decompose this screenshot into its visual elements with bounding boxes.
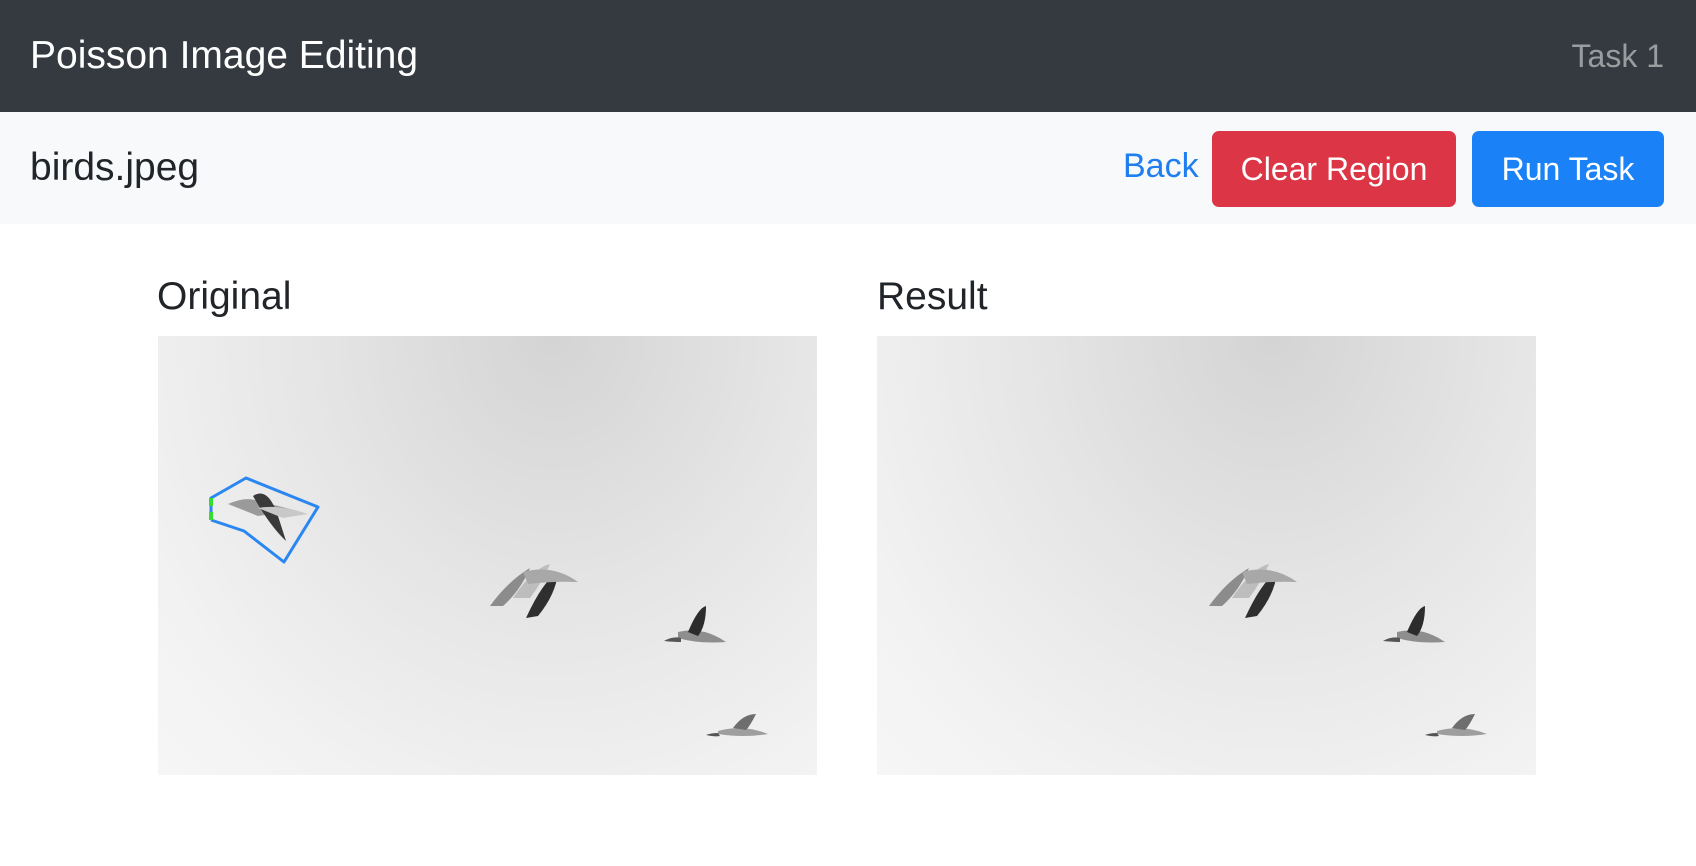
bird-bottom	[1425, 714, 1487, 737]
app-brand[interactable]: Poisson Image Editing	[30, 30, 418, 82]
original-image-canvas[interactable]	[158, 336, 817, 775]
bird-middle	[1383, 606, 1445, 643]
original-image	[209, 476, 768, 737]
selection-polygon[interactable]	[209, 476, 320, 564]
result-image	[1209, 564, 1487, 737]
run-task-button[interactable]: Run Task	[1472, 131, 1664, 207]
result-panel-title: Result	[877, 275, 988, 318]
file-name-heading: birds.jpeg	[30, 146, 200, 189]
bird-pair	[1209, 564, 1297, 618]
result-image-canvas	[877, 336, 1536, 775]
task-indicator[interactable]: Task 1	[1572, 36, 1664, 76]
bird-pair	[490, 564, 578, 618]
clear-region-button[interactable]: Clear Region	[1212, 131, 1456, 207]
file-toolbar: birds.jpeg Back Clear Region Run Task	[0, 112, 1696, 224]
bird-bottom	[706, 714, 768, 737]
top-navbar: Poisson Image Editing Task 1	[0, 0, 1696, 112]
bird-selected	[228, 493, 308, 541]
original-panel-title: Original	[157, 275, 292, 318]
back-button[interactable]: Back	[1123, 144, 1199, 188]
bird-middle	[664, 606, 726, 643]
